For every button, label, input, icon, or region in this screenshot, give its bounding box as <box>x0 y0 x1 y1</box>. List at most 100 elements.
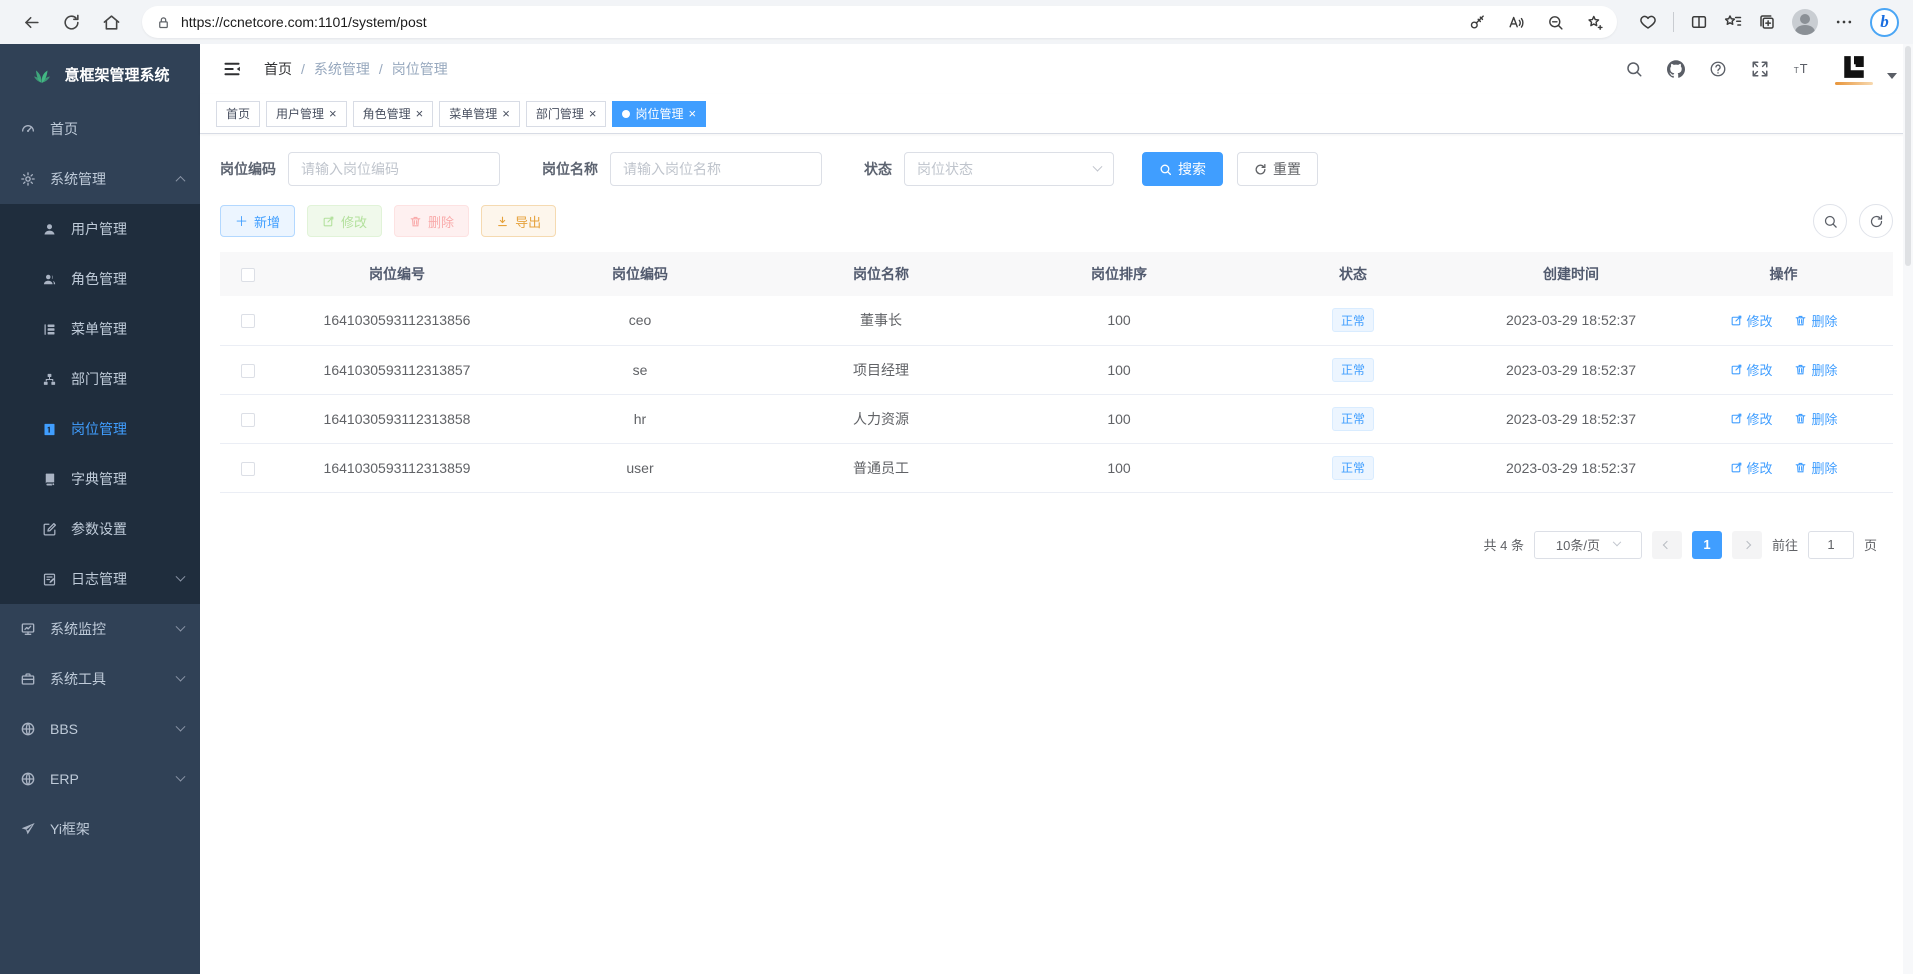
show-search-button[interactable] <box>1813 204 1847 238</box>
scrollbar-thumb[interactable] <box>1905 46 1911 266</box>
status-label: 状态 <box>864 159 892 179</box>
refresh-icon[interactable] <box>54 5 88 39</box>
export-button[interactable]: 导出 <box>481 205 556 237</box>
table-toolbar: ＋新增 修改 删除 导出 <box>220 204 1893 238</box>
profile-avatar[interactable] <box>1792 9 1818 35</box>
sidebar-item-label: ERP <box>50 771 79 787</box>
sidebar-item-label: 用户管理 <box>71 219 127 239</box>
back-icon[interactable] <box>14 5 48 39</box>
prev-page-button[interactable] <box>1652 531 1682 559</box>
sidebar-item-tools[interactable]: 系统工具 <box>0 654 200 704</box>
close-icon[interactable]: × <box>502 106 510 121</box>
sidebar-item-roles[interactable]: 角色管理 <box>0 254 200 304</box>
favorites-icon[interactable] <box>1724 13 1742 31</box>
globe-icon <box>20 721 36 737</box>
trash-icon <box>1794 461 1807 474</box>
add-button[interactable]: ＋新增 <box>220 205 295 237</box>
row-delete-link[interactable]: 删除 <box>1794 360 1837 379</box>
sidebar-item-home[interactable]: 首页 <box>0 104 200 154</box>
font-size-icon[interactable]: TT <box>1793 60 1811 78</box>
sidebar-item-dictionary[interactable]: 字典管理 <box>0 454 200 504</box>
page-number-current[interactable]: 1 <box>1692 531 1722 559</box>
zoom-out-icon[interactable] <box>1547 14 1564 31</box>
sidebar-item-erp[interactable]: ERP <box>0 754 200 804</box>
goto-page-input[interactable] <box>1808 531 1854 559</box>
row-checkbox[interactable] <box>241 462 255 476</box>
toolbox-icon <box>20 671 36 687</box>
row-edit-link[interactable]: 修改 <box>1730 458 1773 477</box>
sidebar-item-monitor[interactable]: 系统监控 <box>0 604 200 654</box>
sidebar-item-posts[interactable]: 岗位管理 <box>0 404 200 454</box>
copilot-icon[interactable]: b <box>1870 8 1899 37</box>
chevron-down-icon <box>1613 537 1621 545</box>
browser-essentials-icon[interactable] <box>1639 13 1657 31</box>
reset-button[interactable]: 重置 <box>1237 152 1318 186</box>
sidebar-item-yi-framework[interactable]: Yi框架 <box>0 804 200 854</box>
browser-scrollbar[interactable] <box>1903 44 1913 974</box>
sidebar-item-label: Yi框架 <box>50 819 90 839</box>
post-badge-icon <box>42 422 57 437</box>
goto-label: 前往 <box>1772 535 1798 554</box>
row-delete-link[interactable]: 删除 <box>1794 409 1837 428</box>
key-icon[interactable] <box>1469 14 1486 31</box>
caret-down-icon[interactable] <box>1887 73 1897 79</box>
row-delete-link[interactable]: 删除 <box>1794 311 1837 330</box>
refresh-table-button[interactable] <box>1859 204 1893 238</box>
sidebar-item-logs[interactable]: 日志管理 <box>0 554 200 604</box>
sidebar-item-departments[interactable]: 部门管理 <box>0 354 200 404</box>
refresh-icon <box>1254 163 1267 176</box>
tab-departments[interactable]: 部门管理× <box>526 101 607 127</box>
tab-roles[interactable]: 角色管理× <box>353 101 434 127</box>
tab-users[interactable]: 用户管理× <box>266 101 347 127</box>
breadcrumb-home[interactable]: 首页 <box>264 59 292 79</box>
row-delete-link[interactable]: 删除 <box>1794 458 1837 477</box>
breadcrumb-current: 岗位管理 <box>392 59 448 79</box>
status-select[interactable]: 岗位状态 <box>904 152 1114 186</box>
col-post-id: 岗位编号 <box>276 252 518 296</box>
post-name-input[interactable] <box>610 152 822 186</box>
user-avatar[interactable] <box>1835 54 1873 85</box>
tab-menus[interactable]: 菜单管理× <box>439 101 520 127</box>
chevron-down-icon <box>176 671 186 681</box>
sidebar-collapse-icon[interactable] <box>214 59 250 79</box>
search-icon[interactable] <box>1625 60 1643 78</box>
sidebar-item-users[interactable]: 用户管理 <box>0 204 200 254</box>
close-icon[interactable]: × <box>416 106 424 121</box>
next-page-button[interactable] <box>1732 531 1762 559</box>
github-icon[interactable] <box>1667 60 1685 78</box>
row-edit-link[interactable]: 修改 <box>1730 409 1773 428</box>
post-code-label: 岗位编码 <box>220 159 276 179</box>
post-code-input[interactable] <box>288 152 500 186</box>
close-icon[interactable]: × <box>688 106 696 121</box>
sidebar-item-system[interactable]: 系统管理 <box>0 154 200 204</box>
favorite-add-icon[interactable] <box>1586 14 1603 31</box>
row-checkbox[interactable] <box>241 364 255 378</box>
help-icon[interactable] <box>1709 60 1727 78</box>
row-edit-link[interactable]: 修改 <box>1730 311 1773 330</box>
split-screen-icon[interactable] <box>1690 13 1708 31</box>
sidebar-item-parameters[interactable]: 参数设置 <box>0 504 200 554</box>
read-aloud-icon[interactable] <box>1508 14 1525 31</box>
address-bar[interactable]: https://ccnetcore.com:1101/system/post <box>142 6 1617 38</box>
row-checkbox[interactable] <box>241 413 255 427</box>
search-button[interactable]: 搜索 <box>1142 152 1223 186</box>
tab-home[interactable]: 首页 <box>216 101 260 127</box>
chevron-right-icon <box>1743 540 1751 548</box>
page-size-select[interactable]: 10条/页 <box>1534 531 1642 559</box>
breadcrumb: 首页 / 系统管理 / 岗位管理 <box>264 59 448 79</box>
more-icon[interactable] <box>1834 12 1854 32</box>
select-all-checkbox[interactable] <box>241 268 255 282</box>
status-badge: 正常 <box>1332 358 1374 382</box>
row-checkbox[interactable] <box>241 314 255 328</box>
sidebar-item-bbs[interactable]: BBS <box>0 704 200 754</box>
row-edit-link[interactable]: 修改 <box>1730 360 1773 379</box>
close-icon[interactable]: × <box>329 106 337 121</box>
home-icon[interactable] <box>94 5 128 39</box>
close-icon[interactable]: × <box>589 106 597 121</box>
tab-posts-active[interactable]: 岗位管理× <box>612 101 706 127</box>
fullscreen-icon[interactable] <box>1751 60 1769 78</box>
top-navbar: 首页 / 系统管理 / 岗位管理 TT <box>200 44 1913 94</box>
collections-icon[interactable] <box>1758 13 1776 31</box>
status-badge: 正常 <box>1332 407 1374 431</box>
sidebar-item-menus[interactable]: 菜单管理 <box>0 304 200 354</box>
